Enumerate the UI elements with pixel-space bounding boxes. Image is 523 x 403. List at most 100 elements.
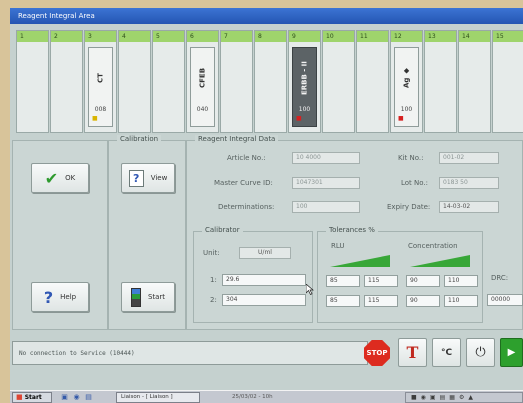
reagent-position[interactable]: 10 [322,30,355,133]
calibration-panel: Calibration ? View Start [108,135,186,330]
position-number: 1 [17,31,48,42]
reagent-pack[interactable]: ERBB - II 100 ■ [292,47,317,127]
reagent-rack: 1 2 3 CT 008 ■ 4 5 6 CFEB 040 7 8 9 ERBB - II 100 ■ 10 11 1… [16,30,523,134]
conc-max-1-input[interactable]: 110 [444,275,478,287]
reagent-pack[interactable]: CT 008 ■ [88,47,113,127]
article-field: 10 4000 [292,152,360,164]
reagent-position[interactable]: 5 [152,30,185,133]
position-number: 8 [255,31,286,42]
view-label: View [150,174,168,182]
tray-icon[interactable]: ■ [411,394,417,401]
drc-label: DRC: [491,274,509,282]
reagent-data-legend: Reagent Integral Data [195,135,279,143]
start-menu-button[interactable]: ■ Start [12,392,52,403]
rlu-max-1-input[interactable]: 115 [364,275,398,287]
power-button[interactable]: ⏻ [466,338,495,367]
reagent-position[interactable]: 2 [50,30,83,133]
reagent-position[interactable]: 8 [254,30,287,133]
mouse-cursor-icon [306,284,314,295]
tray-icon[interactable]: ⚙ [459,394,464,401]
reagent-position[interactable]: 7 [220,30,253,133]
taskbar-item-secondary[interactable]: 25/03/02 - 10h [232,392,308,403]
calibrator-row2-input[interactable]: 304 [222,294,306,306]
reagent-area-title: Reagent Integral Area [10,8,523,24]
reagent-cartridge-icon [130,287,141,307]
tray-icon[interactable]: ▤ [440,394,446,401]
expiry-label: Expiry Date: [387,203,431,211]
position-number: 4 [119,31,150,42]
position-number: 10 [323,31,354,42]
windows-logo-icon: ■ [16,393,23,401]
tray-icon[interactable]: ▣ [430,394,436,401]
go-button[interactable]: ▶ [500,338,523,367]
drc-input[interactable]: 00000 [487,294,523,306]
reagent-pack-name: CFEB [198,67,207,89]
pack-status-icon: ■ [398,115,404,122]
reagent-position[interactable]: 3 CT 008 ■ [84,30,117,133]
pack-status-icon: ■ [92,115,98,122]
desktop-icon[interactable]: ▣ [60,393,69,402]
calibrator-row2-label: 2: [210,296,217,304]
help-document-icon: ? [128,169,144,187]
reagent-pack[interactable]: Ag ◆ 100 ■ [394,47,419,127]
rlu-min-2-input[interactable]: 85 [326,295,360,307]
reagent-position[interactable]: 9 ERBB - II 100 ■ [288,30,321,133]
view-button[interactable]: ? View [121,163,175,193]
stop-button[interactable]: STOP [363,339,391,367]
tray-icon[interactable]: ▲ [468,394,473,401]
reagent-position[interactable]: 11 [356,30,389,133]
reagent-position[interactable]: 1 [16,30,49,133]
rlu-label: RLU [331,242,345,250]
thermometer-icon: °C [440,347,453,358]
windows-taskbar: ■ Start ▣ ◉ ▤ Liaison - [ Liaison ] 25/0… [10,390,523,403]
rlu-min-1-input[interactable]: 85 [326,275,360,287]
reagent-pack-count: 100 [400,106,413,113]
reagent-position[interactable]: 6 CFEB 040 [186,30,219,133]
rlu-max-2-input[interactable]: 115 [364,295,398,307]
expiry-field: 14-03-02 [439,201,499,213]
start-calibration-button[interactable]: Start [121,282,175,312]
calibrator-panel: Calibrator Unit: U/ml 1: 29.6 2: 304 [193,226,314,323]
calibrator-row1-input[interactable]: 29.6 [222,274,306,286]
reagent-pack-name: CT [96,73,105,83]
reagent-position[interactable]: 15 [492,30,523,133]
calibrator-legend: Calibrator [202,226,243,234]
position-number: 9 [289,31,320,42]
kit-label: Kit No.: [398,154,424,162]
tray-icon[interactable]: ▦ [449,394,455,401]
rlu-range-indicator [330,255,390,267]
tray-icon[interactable]: ◉ [421,394,426,401]
start-label: Start [147,293,166,301]
conc-min-1-input[interactable]: 90 [406,275,440,287]
question-icon: ? [43,287,54,307]
conc-max-2-input[interactable]: 110 [444,295,478,307]
position-number: 14 [459,31,490,42]
reagent-pack[interactable]: CFEB 040 [190,47,215,127]
ok-label: OK [65,174,76,182]
position-number: 5 [153,31,184,42]
reagent-position[interactable]: 4 [118,30,151,133]
status-message-bar: No connection to Service (10444) [12,341,368,365]
reagent-position[interactable]: 12 Ag ◆ 100 ■ [390,30,423,133]
tool-t-icon: T [406,343,419,362]
browser-icon[interactable]: ◉ [72,393,81,402]
reagent-data-panel: Reagent Integral Data Article No.: 10 40… [186,135,523,330]
help-button[interactable]: ? Help [31,282,89,312]
tolerances-legend: Tolerances % [326,226,378,234]
conc-min-2-input[interactable]: 90 [406,295,440,307]
reagent-position[interactable]: 14 [458,30,491,133]
taskbar-item-liaison[interactable]: Liaison - [ Liaison ] [116,392,200,403]
reagent-pack-count: 040 [196,106,209,113]
reagent-position[interactable]: 13 [424,30,457,133]
position-number: 15 [493,31,523,42]
pack-status-icon: ■ [296,115,302,122]
position-number: 7 [221,31,252,42]
ok-button[interactable]: ✔ OK [31,163,89,193]
explorer-icon[interactable]: ▤ [84,393,93,402]
reagent-tool-button[interactable]: T [398,338,427,367]
concentration-label: Concentration [408,242,458,250]
position-number: 12 [391,31,422,42]
calibrator-row1-label: 1: [210,276,217,284]
tolerances-panel: Tolerances % RLU Concentration 85 115 90… [317,226,483,323]
temperature-button[interactable]: °C [432,338,461,367]
